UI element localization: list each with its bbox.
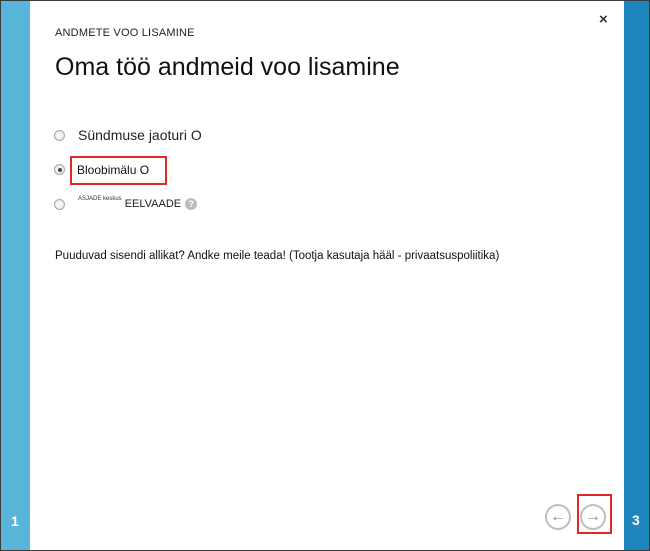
preview-badge: EELVAADE xyxy=(124,198,182,210)
left-step-bar: 1 xyxy=(1,1,30,550)
wizard-dialog: × ANDMETE VOO LISAMINE Oma töö andmeid v… xyxy=(30,1,624,550)
right-step-bar xyxy=(624,1,649,550)
radio-iot-hub[interactable] xyxy=(54,198,65,210)
close-icon[interactable]: × xyxy=(599,11,608,28)
option-iot-hub[interactable]: ASJADE keskus EELVAADE ? xyxy=(54,196,198,210)
arrow-left-icon: ← xyxy=(550,508,566,525)
wizard-overline: ANDMETE VOO LISAMINE xyxy=(55,27,195,39)
step-number-left: 1 xyxy=(11,513,19,529)
next-button-highlight xyxy=(577,494,612,534)
help-icon[interactable]: ? xyxy=(185,198,198,210)
missing-source-feedback[interactable]: Puuduvad sisendi allikat? Andke meile te… xyxy=(55,250,499,262)
step-number-right: 3 xyxy=(632,512,640,528)
previous-button[interactable]: ← xyxy=(545,504,571,530)
radio-blob-storage[interactable] xyxy=(54,164,65,175)
blob-storage-highlight xyxy=(70,156,167,185)
page-title: Oma töö andmeid voo lisamine xyxy=(55,53,400,81)
radio-event-hub[interactable] xyxy=(54,129,65,141)
option-blob-storage[interactable]: Bloobimälu O xyxy=(54,163,149,177)
option-event-hub[interactable]: Sündmuse jaoturi O xyxy=(54,127,202,143)
option-event-hub-label: Sündmuse jaoturi O xyxy=(78,127,202,143)
option-iot-hub-label: ASJADE keskus xyxy=(78,196,122,202)
